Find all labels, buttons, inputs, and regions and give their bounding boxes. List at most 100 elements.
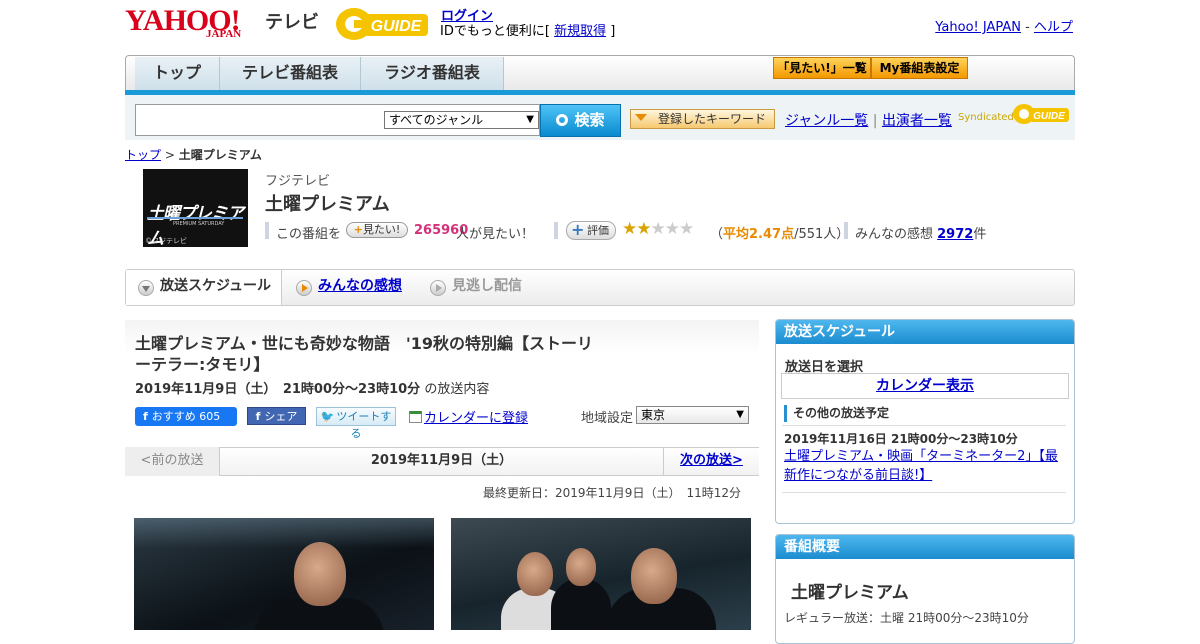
divider <box>554 222 558 239</box>
plus-icon: + <box>353 223 363 236</box>
overview-regular-broadcast: レギュラー放送：土曜 21時00分～23時10分 <box>784 611 1029 625</box>
tab-vod: 見逃し配信 <box>418 270 548 305</box>
tab-vod-label: 見逃し配信 <box>452 278 522 294</box>
facebook-like-button[interactable]: f おすすめ 605 <box>135 407 237 426</box>
divider <box>782 425 1066 426</box>
play-icon <box>296 280 312 296</box>
tab-reviews[interactable]: みんなの感想 <box>284 270 414 305</box>
genre-select[interactable]: すべてのジャンル ▼ <box>384 111 539 129</box>
genre-list-link[interactable]: ジャンル一覧 <box>785 113 868 129</box>
overview-sidebox-title: 番組概要 <box>776 535 1074 559</box>
nav-tab-radio-schedule[interactable]: ラジオ番組表 <box>361 57 504 90</box>
syndicated-label: Syndicated <box>958 112 1014 123</box>
next-broadcast-link[interactable]: 次の放送> <box>663 447 759 476</box>
registered-keyword-button[interactable]: 登録したキーワード <box>630 109 775 129</box>
tab-schedule-label: 放送スケジュール <box>160 278 272 294</box>
rating-average: （平均2.47点/551人） <box>710 223 849 242</box>
episode-photo[interactable] <box>451 518 751 630</box>
episode-date: 2019年11月9日（土） 21時00分～23時10分 の放送内容 <box>135 378 489 397</box>
chevron-down-icon: ▼ <box>526 114 534 125</box>
stars-empty: ★★★ <box>650 219 694 239</box>
rating-prefix: （ <box>710 227 724 242</box>
episode-date-value: 2019年11月9日（土） 21時00分～23時10分 <box>135 382 421 397</box>
episode-title: 土曜プレミアム・世にも奇妙な物語 '19秋の特別編【ストーリーテラー:タモリ】 <box>135 334 594 374</box>
twitter-icon: 🐦 <box>320 410 335 423</box>
program-title: 土曜プレミアム <box>265 194 390 215</box>
other-broadcasts-heading: その他の放送予定 <box>784 405 889 422</box>
yahoo-japan-link[interactable]: Yahoo! JAPAN <box>935 20 1021 35</box>
breadcrumb-current: 土曜プレミアム <box>178 148 262 162</box>
register-link[interactable]: 新規取得 <box>554 24 606 39</box>
region-label: 地域設定 <box>581 411 634 426</box>
login-sub-prefix: IDでもっと便利に[ <box>440 24 555 39</box>
channel-name: フジテレビ <box>265 174 331 189</box>
gguide-small-logo-text: GUIDE <box>1033 111 1065 122</box>
search-icon <box>556 114 569 126</box>
help-link[interactable]: ヘルプ <box>1034 20 1073 35</box>
login-sub-suffix: ] <box>606 24 616 39</box>
breadcrumb: トップ > 土曜プレミアム <box>125 146 262 163</box>
play-icon <box>430 280 446 296</box>
my-schedule-settings-button[interactable]: My番組表設定 <box>871 57 968 79</box>
login-sub: IDでもっと便利に[ 新規取得 ] <box>440 20 615 39</box>
program-tabs: 放送スケジュール みんなの感想 見逃し配信 <box>125 269 1075 306</box>
want-suffix: 人が見たい！ <box>456 227 535 242</box>
stars-filled: ★★ <box>622 219 652 239</box>
previous-broadcast-button: <前の放送 <box>125 447 220 476</box>
divider <box>265 222 269 239</box>
rate-button[interactable]: 評価 <box>566 221 616 240</box>
mitai-list-button[interactable]: 「見たい!」一覧 <box>773 57 871 79</box>
tweet-button[interactable]: 🐦 ツイートする <box>316 407 396 440</box>
header-link-sep: - <box>1021 20 1034 35</box>
calendar-icon <box>409 411 422 423</box>
facebook-icon: f <box>255 410 261 423</box>
impressions-prefix: みんなの感想 <box>855 227 938 242</box>
region-select[interactable]: 東京 ▼ <box>636 406 749 424</box>
facebook-share-button[interactable]: f シェア <box>247 407 306 425</box>
last-updated: 最終更新日：2019年11月9日（土） 11時12分 <box>483 486 741 500</box>
breadcrumb-top-link[interactable]: トップ <box>125 148 161 162</box>
photo-figure-face <box>566 548 596 586</box>
other-broadcast-date: 2019年11月16日 21時00分～23時10分 <box>784 432 1018 446</box>
gguide-logo[interactable]: GUIDE <box>334 6 432 42</box>
overview-program-title: 土曜プレミアム <box>791 583 909 603</box>
performer-list-link[interactable]: 出演者一覧 <box>882 113 952 129</box>
program-thumbnail-credit: ©フジテレビ <box>145 237 187 245</box>
facebook-share-label: シェア <box>264 410 298 423</box>
program-thumbnail-sub: PREMIUM SATURDAY <box>173 221 225 227</box>
gguide-logo-text: GUIDE <box>371 18 423 35</box>
gguide-small-logo: GUIDE <box>1012 102 1070 130</box>
tab-reviews-label: みんなの感想 <box>318 278 402 294</box>
impressions-count-link[interactable]: 2972 <box>937 227 973 242</box>
program-thumbnail: 土曜プレミアム PREMIUM SATURDAY ©フジテレビ <box>143 169 248 247</box>
program-thumbnail-arrow <box>147 217 243 219</box>
nav-tab-top[interactable]: トップ <box>135 57 220 90</box>
search-button[interactable]: 検索 <box>540 104 621 137</box>
episode-photo[interactable] <box>134 518 434 630</box>
calendar-view-link[interactable]: カレンダー表示 <box>781 373 1069 399</box>
header-links: Yahoo! JAPAN - ヘルプ <box>935 16 1073 35</box>
tv-logo-text[interactable]: テレビ <box>265 8 319 34</box>
want-prefix: この番組を <box>276 227 342 242</box>
tab-schedule[interactable]: 放送スケジュール <box>126 270 282 305</box>
divider <box>782 492 1066 493</box>
other-broadcast-link[interactable]: 土曜プレミアム・映画「ターミネーター2」【最新作につながる前日談!】 <box>784 447 1066 485</box>
region-select-value: 東京 <box>641 408 666 422</box>
impressions: みんなの感想 2972件 <box>855 223 986 242</box>
chevron-down-icon: ▼ <box>736 409 744 420</box>
want-to-watch-button[interactable]: +見たい! <box>346 222 408 238</box>
photo-figure-face <box>294 542 346 606</box>
photo-figure-face <box>517 552 553 596</box>
calendar-register-link[interactable]: カレンダーに登録 <box>424 411 528 426</box>
current-broadcast-date: 2019年11月9日（土） <box>370 453 513 468</box>
impressions-suffix: 件 <box>973 227 987 242</box>
facebook-like-label: おすすめ 605 <box>151 410 221 423</box>
photo-lighting <box>134 518 434 548</box>
nav-tab-tv-schedule[interactable]: テレビ番組表 <box>220 57 361 90</box>
calendar-register: カレンダーに登録 <box>409 407 528 426</box>
search-links: ジャンル一覧 | 出演者一覧 <box>785 110 952 130</box>
want-to-watch-label: 見たい! <box>362 223 401 236</box>
rate-button-label: 評価 <box>587 224 609 237</box>
photo-figure-face <box>631 548 677 604</box>
chevron-down-icon <box>138 280 154 296</box>
